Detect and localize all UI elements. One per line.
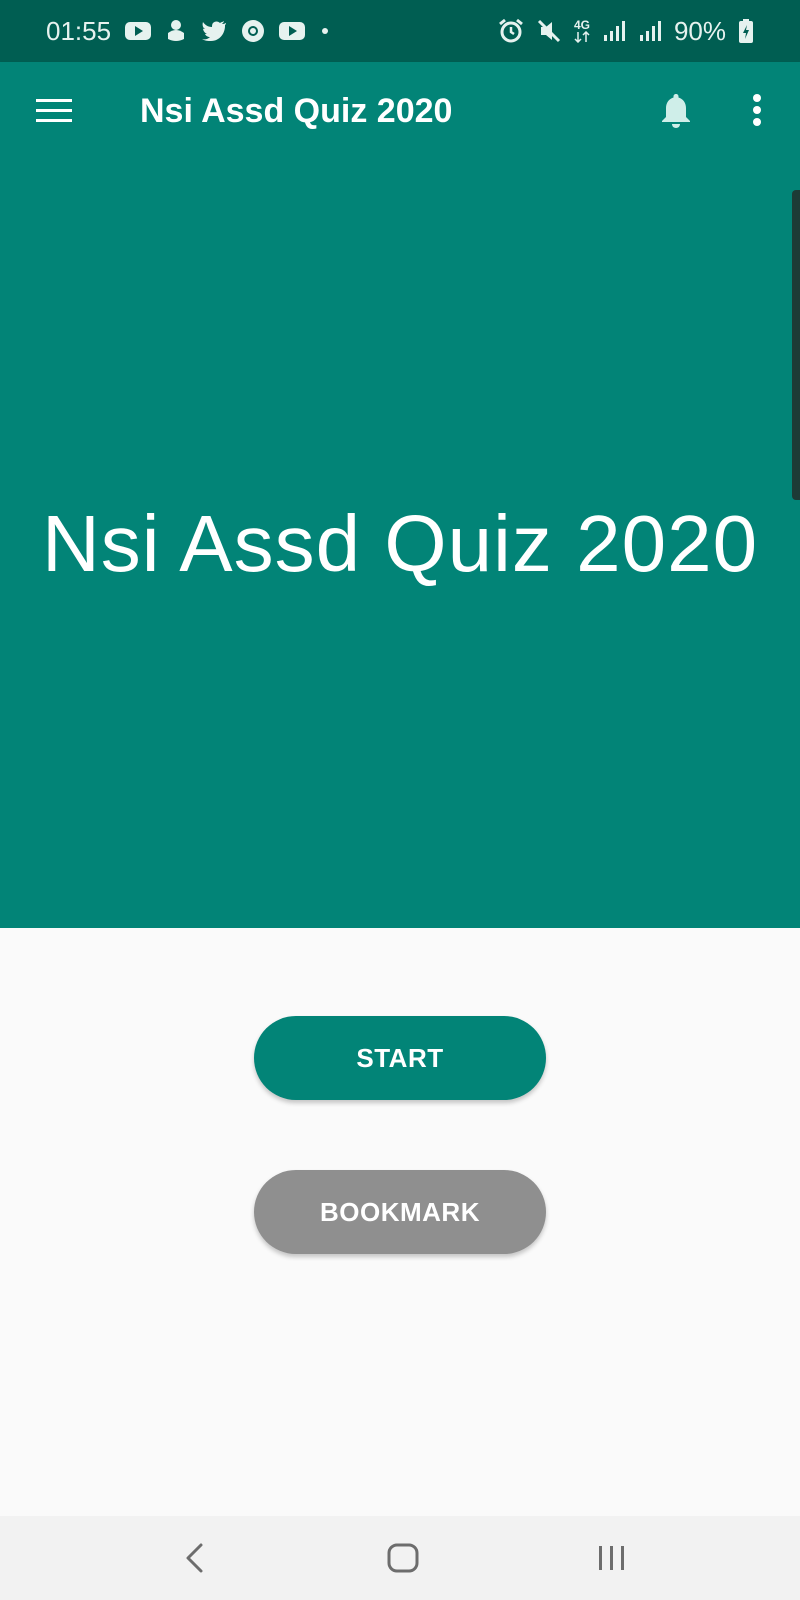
- app-title: Nsi Assd Quiz 2020: [140, 92, 453, 130]
- back-icon[interactable]: [176, 1538, 216, 1578]
- youtube-icon: [125, 21, 152, 41]
- network-label: 4G: [573, 18, 590, 32]
- scroll-indicator[interactable]: [792, 190, 800, 500]
- navigation-bar: [0, 1516, 800, 1600]
- hamburger-menu-icon[interactable]: [34, 95, 74, 127]
- status-time: 01:55: [46, 15, 112, 46]
- chrome-icon: [241, 19, 265, 43]
- signal-icon: [638, 19, 662, 43]
- signal-icon: [602, 19, 626, 43]
- 4g-icon: 4G: [574, 19, 590, 43]
- status-bar: 01:55 4G 90%: [0, 0, 800, 62]
- youtube-icon: [279, 21, 306, 41]
- battery-percent: 90%: [673, 15, 726, 46]
- home-icon[interactable]: [383, 1538, 423, 1578]
- app-bar: Nsi Assd Quiz 2020: [0, 62, 800, 160]
- recents-icon[interactable]: [592, 1538, 632, 1578]
- download-icon: [165, 19, 187, 43]
- bookmark-button[interactable]: BOOKMARK: [254, 1170, 546, 1254]
- hero-banner: Nsi Assd Quiz 2020: [0, 160, 800, 928]
- twitter-icon: [201, 20, 227, 42]
- hero-title: Nsi Assd Quiz 2020: [41, 499, 759, 588]
- more-vert-icon[interactable]: [744, 92, 770, 130]
- start-button[interactable]: START: [254, 1016, 546, 1100]
- alarm-icon: [498, 18, 524, 44]
- dot-icon: [319, 25, 331, 37]
- bell-icon[interactable]: [656, 90, 696, 130]
- status-right: 4G 90%: [498, 16, 754, 47]
- mute-icon: [536, 18, 562, 44]
- battery-icon: [738, 18, 754, 44]
- status-left: 01:55: [46, 16, 331, 47]
